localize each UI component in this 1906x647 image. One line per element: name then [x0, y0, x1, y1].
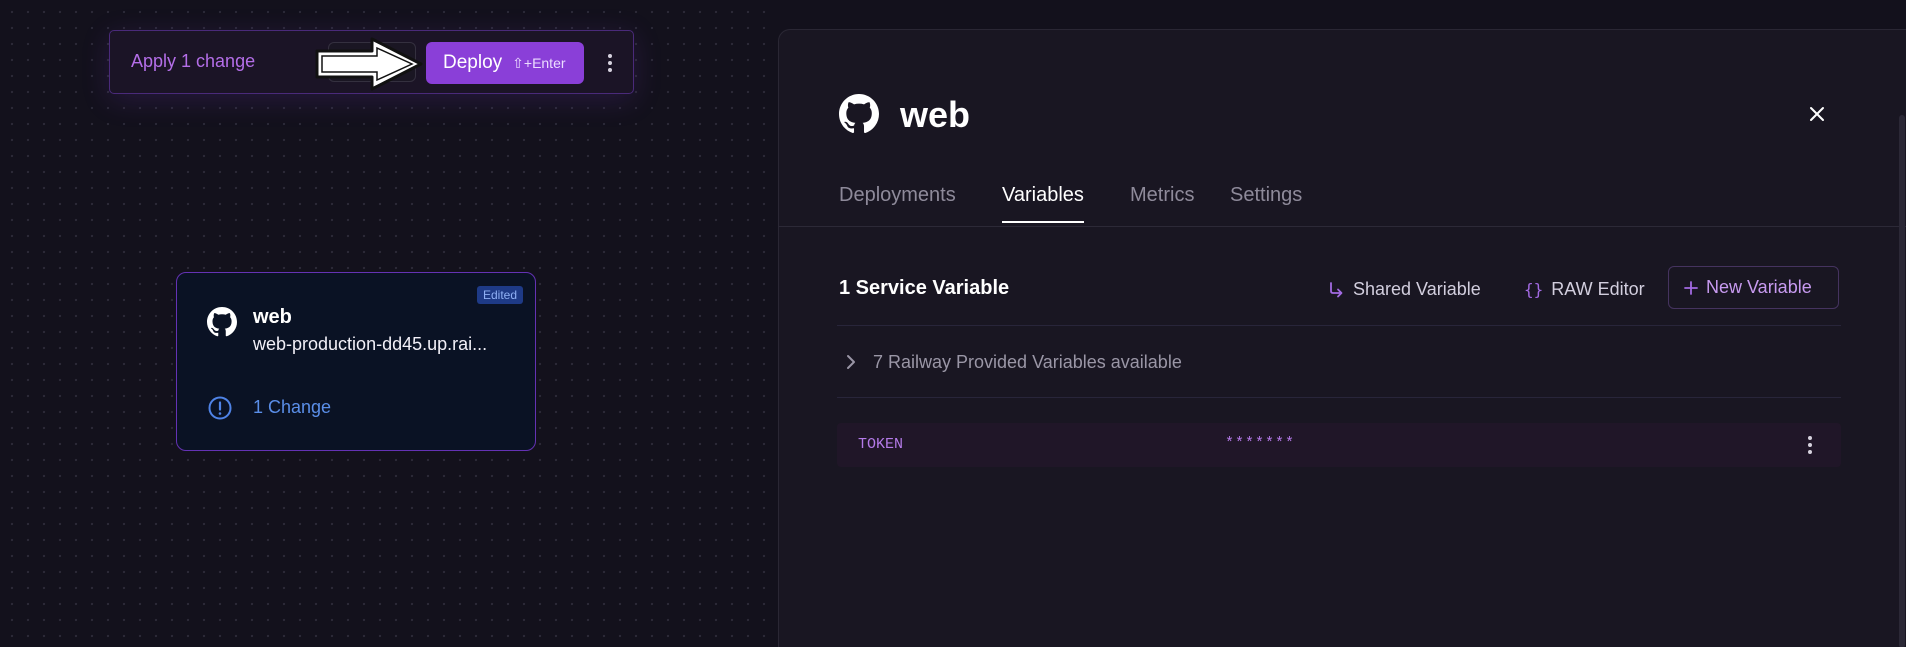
- raw-editor-label: RAW Editor: [1551, 279, 1645, 299]
- github-icon: [839, 94, 879, 134]
- new-variable-label: New Variable: [1706, 277, 1812, 297]
- divider: [837, 397, 1841, 398]
- pending-change-label[interactable]: 1 Change: [253, 397, 331, 418]
- shared-variable-button[interactable]: Shared Variable: [1327, 279, 1481, 300]
- arrow-pointer-icon: [315, 37, 423, 91]
- tab-variables[interactable]: Variables: [1002, 184, 1084, 223]
- tabs-divider: [779, 226, 1906, 227]
- github-icon: [207, 307, 237, 337]
- service-variables-heading: 1 Service Variable: [839, 277, 1010, 299]
- tab-deployments[interactable]: Deployments: [839, 184, 956, 221]
- divider: [837, 325, 1841, 326]
- service-detail-panel: web Deployments Variables Metrics Settin…: [778, 29, 1906, 647]
- service-url[interactable]: web-production-dd45.up.rai...: [253, 334, 487, 355]
- plus-icon: [1684, 280, 1698, 295]
- info-icon: [208, 396, 232, 420]
- shared-variable-icon: [1330, 281, 1343, 297]
- service-name: web: [253, 306, 292, 328]
- deploy-button-label: Deploy: [443, 52, 503, 73]
- close-icon[interactable]: [1808, 105, 1826, 123]
- deploy-shortcut-hint: ⇧+Enter: [512, 54, 566, 71]
- edited-badge: Edited: [476, 286, 523, 304]
- new-variable-button[interactable]: New Variable: [1668, 266, 1839, 309]
- tab-settings[interactable]: Settings: [1230, 184, 1302, 221]
- railway-provided-variables-toggle[interactable]: 7 Railway Provided Variables available: [837, 332, 1841, 392]
- panel-scrollbar[interactable]: [1899, 115, 1905, 647]
- provided-variables-label: 7 Railway Provided Variables available: [873, 351, 1182, 372]
- variable-value[interactable]: *******: [1225, 435, 1295, 452]
- deploy-button[interactable]: Deploy ⇧+Enter: [426, 42, 584, 84]
- more-vertical-icon[interactable]: [1797, 431, 1823, 459]
- raw-editor-button[interactable]: {} RAW Editor: [1524, 279, 1645, 300]
- tab-metrics[interactable]: Metrics: [1130, 184, 1194, 221]
- shared-variable-label: Shared Variable: [1353, 279, 1481, 299]
- apply-changes-label[interactable]: Apply 1 change: [131, 51, 255, 72]
- service-card-web[interactable]: Edited web web-production-dd45.up.rai...…: [176, 272, 536, 451]
- variable-name: TOKEN: [858, 436, 904, 453]
- variable-row[interactable]: TOKEN *******: [837, 423, 1841, 467]
- braces-icon: {}: [1524, 280, 1544, 299]
- panel-title: web: [900, 94, 971, 135]
- more-vertical-icon[interactable]: [600, 49, 620, 77]
- project-canvas[interactable]: Apply 1 change Details Deploy ⇧+Enter Ed…: [0, 0, 778, 647]
- app-root: Apply 1 change Details Deploy ⇧+Enter Ed…: [0, 0, 1906, 647]
- chevron-right-icon: [847, 355, 855, 369]
